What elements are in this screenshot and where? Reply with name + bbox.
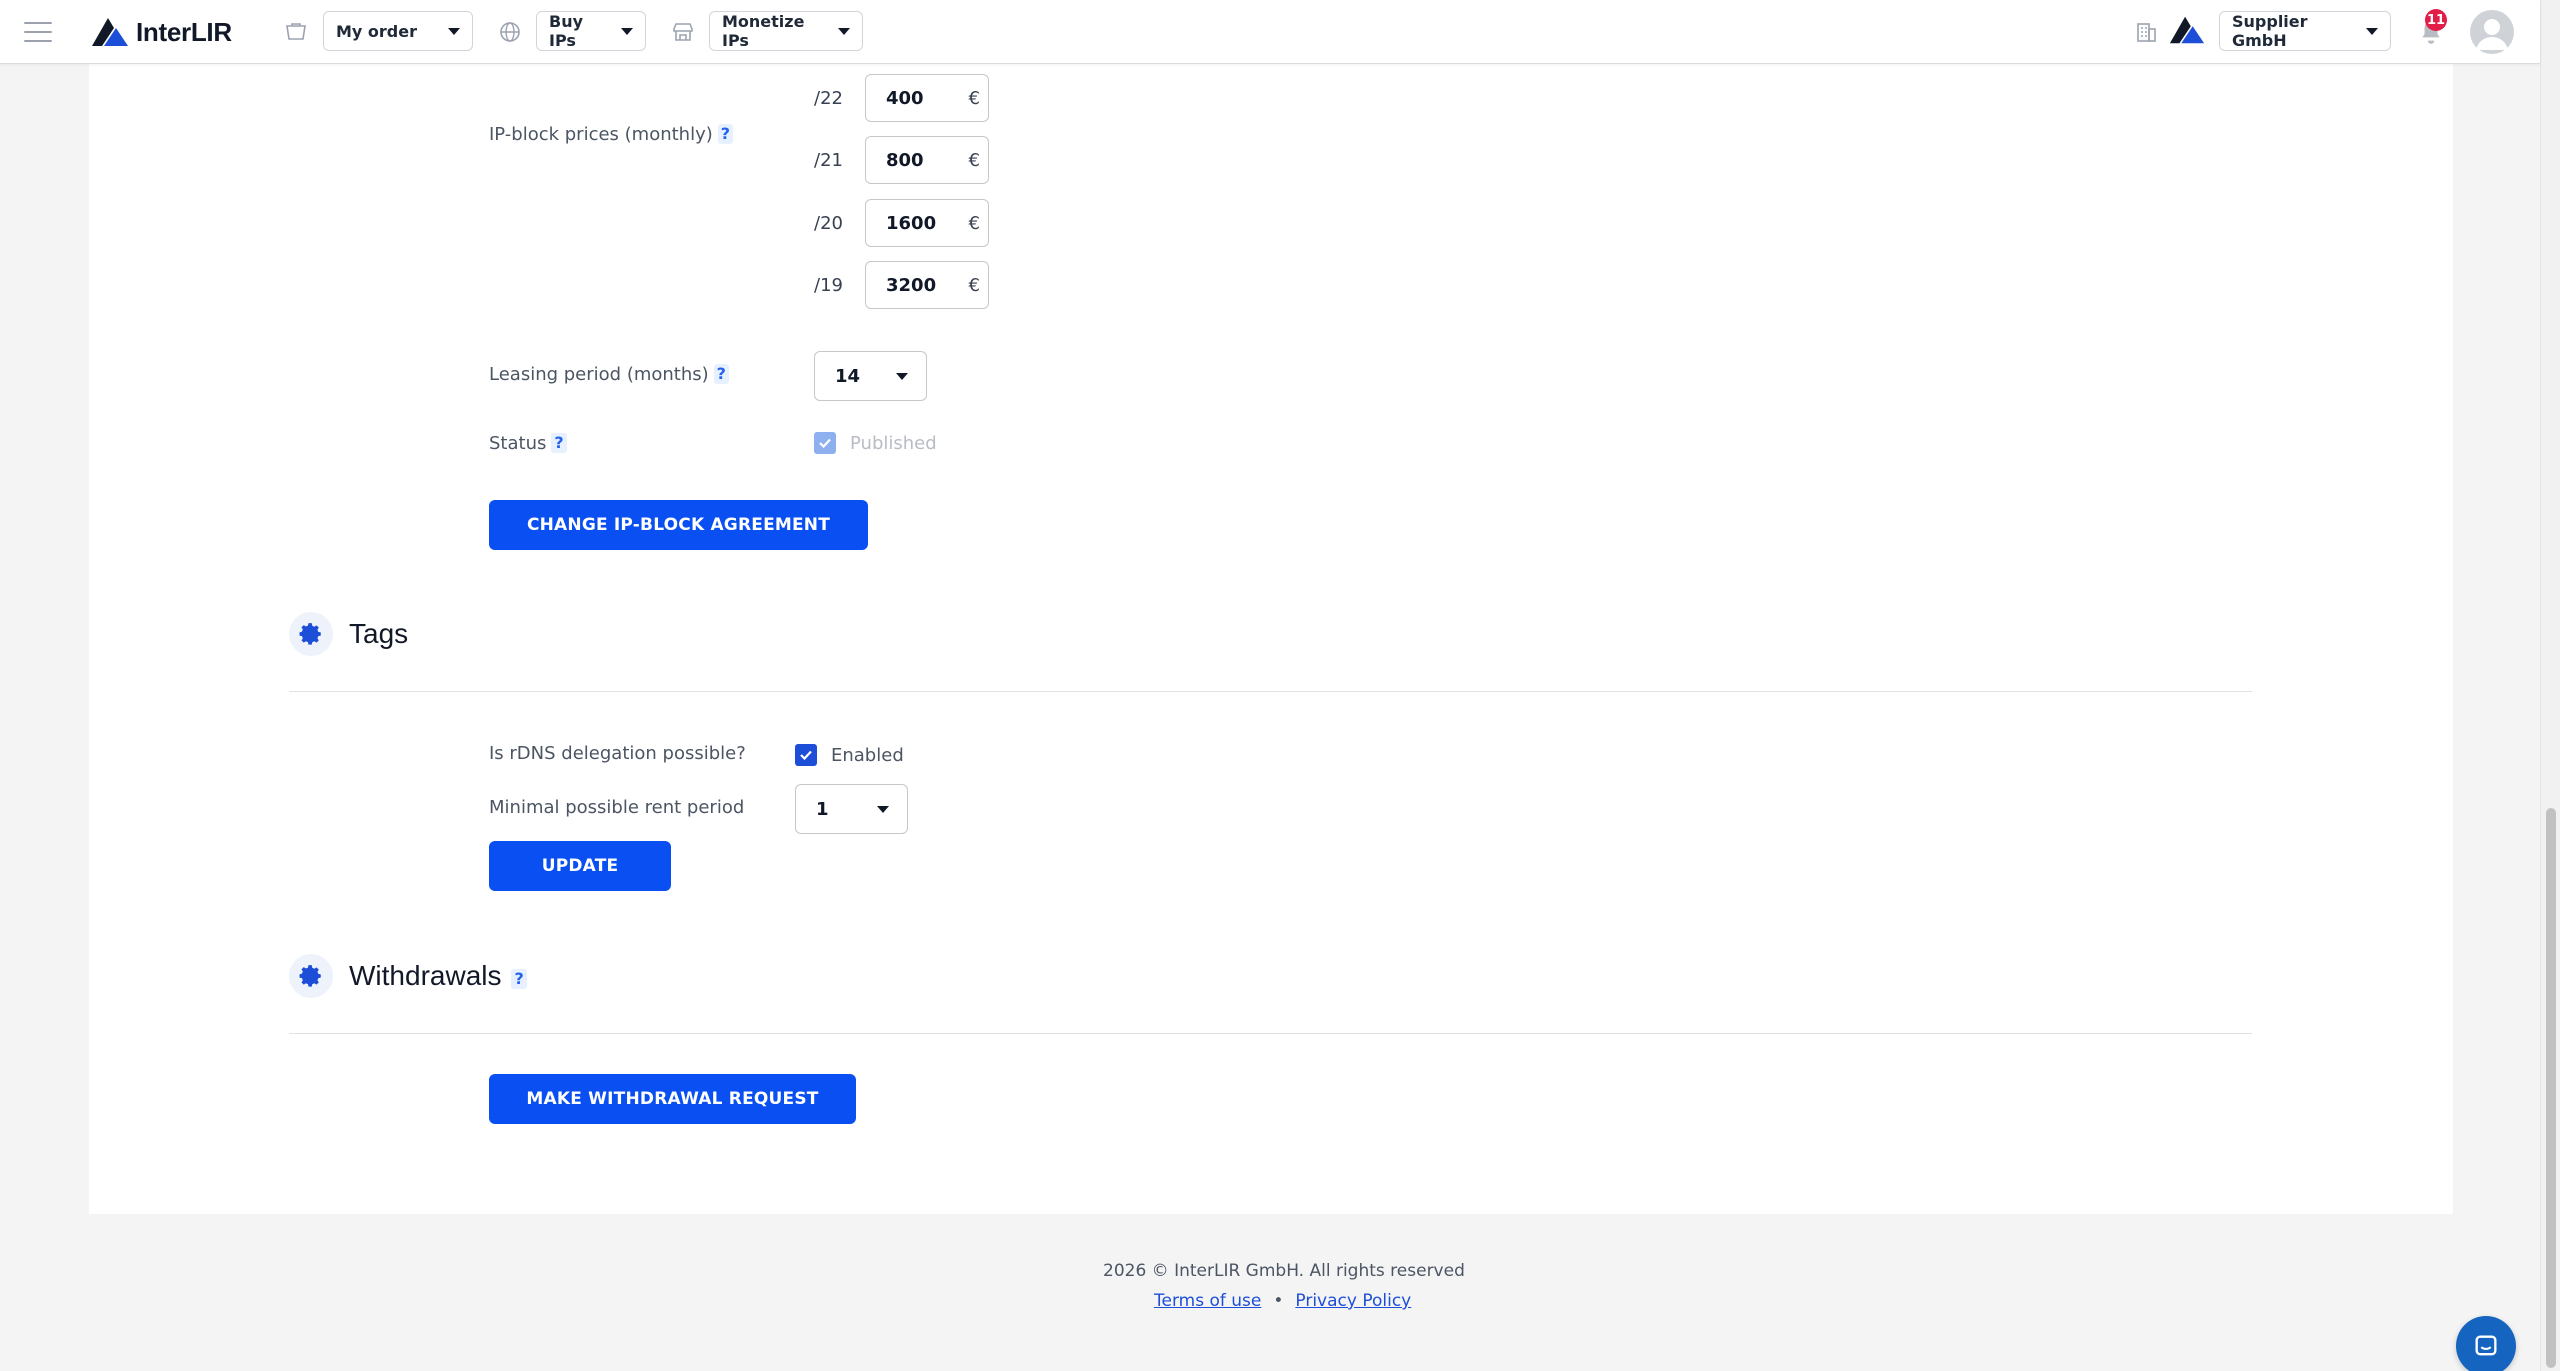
monetize-ips-dropdown[interactable]: Monetize IPs bbox=[709, 11, 863, 51]
user-icon bbox=[2476, 19, 2508, 50]
cart-icon bbox=[286, 23, 306, 40]
rdns-value: Enabled bbox=[831, 744, 904, 766]
price-prefix: /21 bbox=[814, 149, 843, 171]
help-icon[interactable]: ? bbox=[551, 433, 567, 453]
help-icon[interactable]: ? bbox=[717, 124, 734, 144]
top-navigation-bar: InterLIR My order Buy IPs Monetize IPs S… bbox=[0, 0, 2540, 64]
rdns-label: Is rDNS delegation possible? bbox=[489, 743, 746, 764]
company-logo-icon bbox=[2169, 16, 2205, 44]
price-input-20[interactable]: 1600 € bbox=[865, 199, 989, 247]
withdrawals-section-header: Withdrawals ? bbox=[289, 954, 527, 998]
euro-symbol: € bbox=[968, 149, 980, 171]
brand-name: InterLIR bbox=[136, 16, 232, 47]
chevron-down-icon bbox=[877, 805, 889, 813]
settings-card: IP-block prices (monthly)? /22 400 € /21 … bbox=[89, 64, 2453, 1214]
footer-separator: • bbox=[1273, 1291, 1284, 1311]
tags-section-header: Tags bbox=[289, 612, 408, 656]
chat-icon bbox=[2475, 1335, 2497, 1356]
monetize-ips-label: Monetize IPs bbox=[722, 12, 805, 50]
rdns-enabled-checkbox[interactable]: Enabled bbox=[795, 744, 904, 766]
my-order-dropdown[interactable]: My order bbox=[323, 11, 473, 51]
price-row-19: /19 3200 € bbox=[814, 261, 989, 309]
min-rent-period-value: 1 bbox=[816, 798, 829, 820]
price-prefix: /19 bbox=[814, 274, 843, 296]
checkbox-checked-icon bbox=[795, 744, 817, 766]
footer-links: Terms of use • Privacy Policy bbox=[1154, 1291, 1411, 1311]
section-divider bbox=[289, 691, 2252, 692]
terms-of-use-link[interactable]: Terms of use bbox=[1154, 1291, 1261, 1311]
chevron-down-icon bbox=[838, 27, 850, 35]
update-button[interactable]: UPDATE bbox=[489, 841, 671, 891]
company-name: Supplier GmbH bbox=[2232, 12, 2308, 50]
euro-symbol: € bbox=[968, 274, 980, 296]
price-prefix: /20 bbox=[814, 212, 843, 234]
price-value: 1600 bbox=[886, 212, 937, 234]
change-ip-block-agreement-button[interactable]: CHANGE IP-BLOCK AGREEMENT bbox=[489, 500, 868, 550]
euro-symbol: € bbox=[968, 87, 980, 109]
notification-badge: 11 bbox=[2425, 9, 2447, 31]
buy-ips-label: Buy IPs bbox=[549, 12, 584, 50]
interlir-logo-icon bbox=[92, 18, 128, 46]
brand-logo[interactable]: InterLIR bbox=[90, 14, 232, 50]
chevron-down-icon bbox=[621, 27, 633, 35]
status-value: Published bbox=[850, 432, 937, 454]
price-input-21[interactable]: 800 € bbox=[865, 136, 989, 184]
privacy-policy-link[interactable]: Privacy Policy bbox=[1295, 1291, 1411, 1311]
scrollbar-thumb[interactable] bbox=[2546, 808, 2556, 1368]
status-label: Status? bbox=[489, 433, 567, 454]
user-avatar[interactable] bbox=[2470, 10, 2514, 54]
store-icon bbox=[673, 23, 693, 41]
min-rent-period-label: Minimal possible rent period bbox=[489, 797, 745, 818]
chevron-down-icon bbox=[448, 27, 460, 35]
help-icon[interactable]: ? bbox=[511, 969, 527, 989]
chevron-down-icon bbox=[896, 372, 908, 380]
help-icon[interactable]: ? bbox=[713, 364, 729, 384]
gear-icon bbox=[289, 612, 333, 656]
price-row-21: /21 800 € bbox=[814, 136, 989, 184]
ip-block-prices-text: IP-block prices (monthly) bbox=[489, 124, 713, 145]
hamburger-menu-icon[interactable] bbox=[24, 22, 52, 42]
gear-icon bbox=[289, 954, 333, 998]
euro-symbol: € bbox=[968, 212, 980, 234]
leasing-period-select[interactable]: 14 bbox=[814, 351, 927, 401]
price-prefix: /22 bbox=[814, 87, 843, 109]
chevron-down-icon bbox=[2366, 27, 2378, 35]
price-value: 400 bbox=[886, 87, 924, 109]
status-text: Status bbox=[489, 433, 547, 454]
leasing-period-label: Leasing period (months)? bbox=[489, 364, 729, 385]
leasing-period-value: 14 bbox=[835, 365, 861, 387]
section-divider bbox=[289, 1033, 2252, 1034]
price-value: 3200 bbox=[886, 274, 937, 296]
leasing-period-text: Leasing period (months) bbox=[489, 364, 709, 385]
company-dropdown[interactable]: Supplier GmbH bbox=[2219, 11, 2391, 51]
tags-title: Tags bbox=[349, 618, 409, 649]
price-input-19[interactable]: 3200 € bbox=[865, 261, 989, 309]
building-icon bbox=[2137, 23, 2156, 42]
withdrawals-title: Withdrawals bbox=[349, 960, 502, 991]
my-order-label: My order bbox=[336, 21, 417, 41]
globe-icon bbox=[500, 22, 520, 42]
page-scrollbar[interactable] bbox=[2540, 0, 2560, 1371]
min-rent-period-select[interactable]: 1 bbox=[795, 784, 908, 834]
checkbox-checked-icon bbox=[814, 432, 836, 454]
footer-copyright: 2026 © InterLIR GmbH. All rights reserve… bbox=[1103, 1261, 1465, 1281]
ip-block-prices-label: IP-block prices (monthly)? bbox=[489, 124, 734, 145]
price-input-22[interactable]: 400 € bbox=[865, 74, 989, 122]
make-withdrawal-request-button[interactable]: MAKE WITHDRAWAL REQUEST bbox=[489, 1074, 856, 1124]
buy-ips-dropdown[interactable]: Buy IPs bbox=[536, 11, 646, 51]
chat-launcher-button[interactable] bbox=[2456, 1316, 2516, 1371]
price-row-22: /22 400 € bbox=[814, 74, 989, 122]
price-value: 800 bbox=[886, 149, 924, 171]
status-published-checkbox[interactable]: Published bbox=[814, 432, 937, 454]
price-row-20: /20 1600 € bbox=[814, 199, 989, 247]
